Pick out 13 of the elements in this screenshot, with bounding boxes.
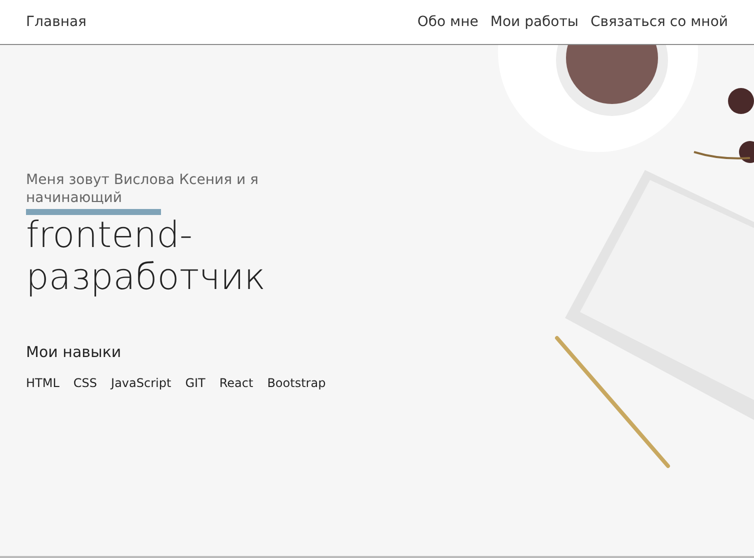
nav-link[interactable]: Связаться со мной xyxy=(590,12,728,32)
skill-label: JavaScript xyxy=(111,374,172,392)
skill-label: GIT xyxy=(185,374,206,392)
nav-link[interactable]: Мои работы xyxy=(490,12,578,32)
skills-heading: Мои навыки xyxy=(26,342,122,363)
skill-label: CSS xyxy=(73,374,98,392)
home-link[interactable]: Главная xyxy=(26,12,86,32)
skill-label: React xyxy=(219,374,254,392)
nav-link[interactable]: Обо мне xyxy=(417,12,478,32)
intro-text: Меня зовут Вислова Ксения и я начинающий xyxy=(26,171,260,207)
hero-title: frontend-разработчик xyxy=(26,215,266,299)
skill-label: HTML xyxy=(26,374,60,392)
skill-label: Bootstrap xyxy=(267,374,326,392)
